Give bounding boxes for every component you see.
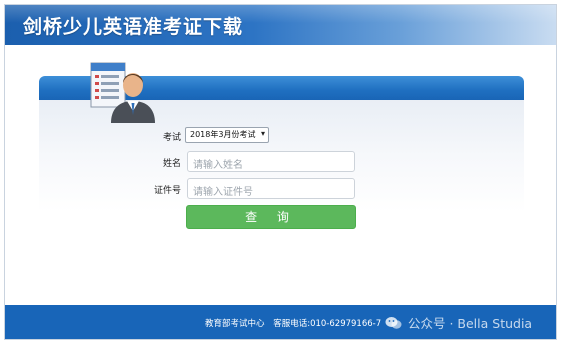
name-label: 姓名 <box>162 159 181 169</box>
page-title: 剑桥少儿英语准考证下载 <box>23 16 244 38</box>
query-button[interactable]: 查 询 <box>186 205 356 229</box>
footer-phone-text: 客服电话:010-62979166-7 <box>273 319 382 329</box>
footer-center-text: 教育部考试中心 <box>205 319 265 329</box>
wechat-icon <box>385 316 402 329</box>
top-banner: 剑桥少儿英语准考证下载 <box>5 5 556 45</box>
id-number-input[interactable]: 请输入证件号 <box>187 178 355 199</box>
footer: 教育部考试中心 客服电话:010-62979166-7 公众号 · Bella … <box>5 305 556 339</box>
footer-info: 教育部考试中心 客服电话:010-62979166-7 <box>205 317 387 329</box>
exam-select[interactable]: 2018年3月份考试 ▾ <box>185 127 269 143</box>
id-label: 证件号 <box>153 186 181 196</box>
exam-select-value: 2018年3月份考试 <box>190 130 256 139</box>
page-frame: 剑桥少儿英语准考证下载 考试 2018年3月份考试 ▾ 姓名 请输入姓名 证件号… <box>4 4 557 340</box>
chevron-down-icon: ▾ <box>260 129 265 138</box>
watermark-text: 公众号 · Bella Studia <box>408 316 533 331</box>
exam-label: 考试 <box>162 133 181 143</box>
name-input[interactable]: 请输入姓名 <box>187 151 355 172</box>
watermark: 公众号 · Bella Studia <box>385 313 532 332</box>
user-with-document-icon <box>90 62 155 123</box>
